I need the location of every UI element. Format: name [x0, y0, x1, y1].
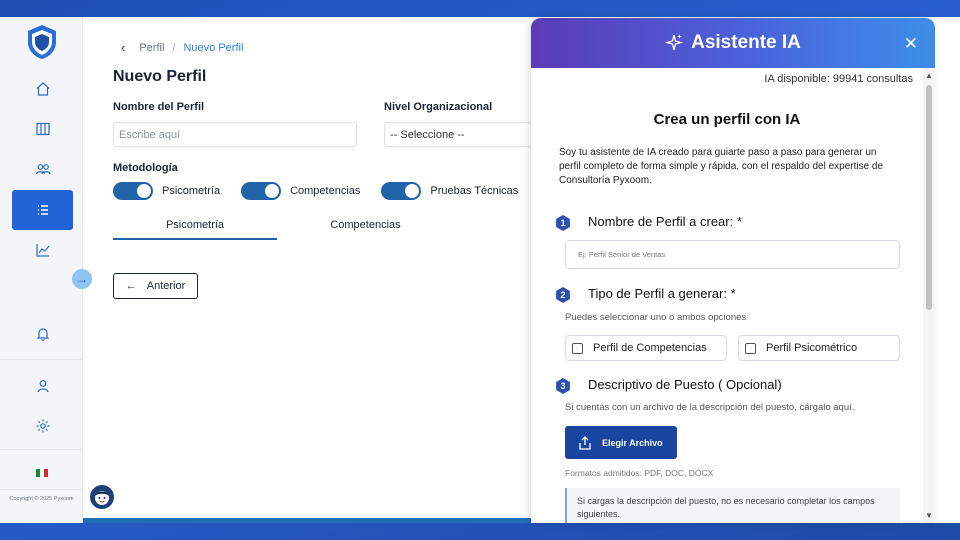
psicometria-toggle[interactable]	[113, 182, 153, 200]
sidebar-item-list[interactable]	[12, 190, 73, 230]
step-3-label: Descriptivo de Puesto ( Opcional)	[588, 377, 782, 392]
expand-sidebar-button[interactable]: →	[72, 269, 92, 289]
scrollbar-thumb[interactable]	[926, 85, 932, 310]
bell-icon	[36, 328, 49, 341]
arrow-right-icon: →	[76, 272, 88, 286]
back-chevron-icon[interactable]: ‹	[121, 40, 125, 55]
gear-icon	[36, 419, 49, 433]
active-tab-indicator	[113, 238, 277, 240]
sidebar-divider	[0, 449, 83, 450]
columns-icon	[35, 122, 50, 136]
checkbox-icon	[572, 342, 583, 354]
scroll-up-icon[interactable]: ▲	[925, 71, 933, 80]
chart-line-icon	[35, 244, 49, 257]
ai-panel-body: IA disponible: 99941 consultas Crea un p…	[531, 68, 923, 523]
sidebar-item-columns[interactable]	[12, 109, 73, 149]
ai-heading: Crea un perfil con IA	[653, 111, 801, 128]
sidebar-item-settings[interactable]	[12, 406, 73, 446]
competencias-profile-checkbox[interactable]: Perfil de Competencias	[565, 335, 727, 361]
step-3-badge: 3	[556, 378, 570, 394]
toggle-label: Pruebas Técnicas	[430, 185, 519, 197]
ai-panel-title: Asistente IA	[691, 32, 801, 53]
checkbox-label: Perfil de Competencias	[593, 342, 707, 354]
bottom-accent-bar	[83, 518, 543, 523]
sidebar-item-home[interactable]	[12, 69, 73, 109]
shield-logo-icon	[28, 25, 56, 59]
sparkles-icon	[665, 34, 684, 51]
sidebar-item-profile[interactable]	[12, 366, 73, 406]
ai-assistant-panel: Asistente IA ✕ IA disponible: 99941 cons…	[531, 18, 935, 523]
step-3-hint: Si cuentas con un archivo de la descripc…	[565, 402, 855, 413]
tab-competencias[interactable]: Competencias	[277, 217, 454, 241]
sidebar: Copyright © 2025 Pyxoom	[0, 17, 83, 523]
org-level-label: Nivel Organizacional	[384, 101, 493, 113]
org-level-select[interactable]: -- Seleccione --	[384, 122, 544, 147]
ai-panel-scrollbar[interactable]: ▲ ▼	[923, 68, 935, 523]
list-icon	[37, 205, 48, 215]
sidebar-divider	[0, 359, 83, 360]
methodology-label: Metodología	[113, 162, 178, 174]
profile-name-label: Nombre del Perfil	[113, 101, 205, 113]
mexico-flag-icon[interactable]	[36, 469, 48, 477]
breadcrumb: ‹ Perfil / Nuevo Perfil	[121, 40, 243, 55]
file-formats-text: Formatos admitidos: PDF, DOC, DOCX	[565, 468, 714, 478]
sidebar-divider	[0, 489, 83, 490]
step-2-badge: 2	[556, 287, 570, 303]
toggle-label: Competencias	[290, 185, 361, 197]
copyright-text: Copyright © 2025 Pyxoom	[9, 496, 74, 502]
assistant-avatar-button[interactable]	[88, 483, 116, 511]
user-icon	[36, 380, 49, 393]
choose-file-button[interactable]: Elegir Archivo	[565, 426, 677, 459]
previous-button-label: Anterior	[146, 280, 186, 292]
choose-file-label: Elegir Archivo	[602, 437, 663, 448]
profile-name-ai-input[interactable]: Ej: Perfil Senior de Ventas	[565, 240, 900, 269]
breadcrumb-parent[interactable]: Perfil	[139, 42, 164, 54]
pruebas-tecnicas-toggle[interactable]	[381, 182, 422, 200]
breadcrumb-separator: /	[172, 41, 176, 54]
competencias-toggle[interactable]	[241, 182, 282, 200]
info-note: Si cargas la descripción del puesto, no …	[565, 488, 900, 523]
step-1-label: Nombre de Perfil a crear: *	[588, 214, 742, 229]
ai-panel-header: Asistente IA ✕	[531, 18, 935, 68]
sidebar-item-users[interactable]	[12, 149, 73, 189]
methodology-toggles: Psicometría Competencias Pruebas Técnica…	[113, 182, 539, 200]
toggle-label: Psicometría	[162, 185, 221, 197]
checkbox-label: Perfil Psicométrico	[766, 342, 858, 354]
assistant-avatar-icon	[95, 491, 109, 505]
close-icon[interactable]: ✕	[904, 34, 918, 54]
page-title: Nuevo Perfil	[113, 68, 207, 85]
step-2-hint: Puedes seleccionar uno o ambos opciones	[565, 312, 747, 323]
profile-name-input[interactable]: Escribe aquí	[113, 122, 357, 147]
step-2-label: Tipo de Perfil a generar: *	[588, 286, 736, 301]
home-icon	[36, 82, 49, 96]
checkbox-icon	[745, 342, 756, 354]
upload-icon	[579, 435, 591, 450]
users-icon	[35, 164, 51, 175]
step-1-badge: 1	[556, 215, 570, 231]
previous-button[interactable]: ← Anterior	[113, 273, 198, 299]
ai-intro-text: Soy tu asistente de IA creado para guiar…	[559, 147, 884, 186]
scroll-down-icon[interactable]: ▼	[925, 511, 933, 520]
breadcrumb-current: Nuevo Perfil	[183, 41, 244, 54]
arrow-left-icon: ←	[125, 280, 137, 292]
ai-quota-text: IA disponible: 99941 consultas	[764, 73, 913, 85]
sidebar-item-notifications[interactable]	[12, 314, 73, 354]
sidebar-item-chart[interactable]	[12, 230, 73, 270]
psicometrico-profile-checkbox[interactable]: Perfil Psicométrico	[738, 335, 900, 361]
